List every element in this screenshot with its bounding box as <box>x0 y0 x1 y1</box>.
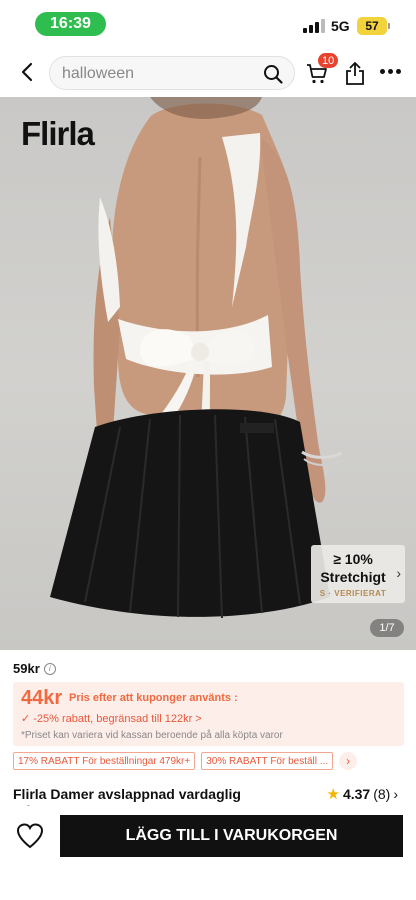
promo-tag[interactable]: 17% RABATT För beställningar 479kr+ <box>13 752 196 770</box>
chevron-right-icon: › <box>396 565 401 581</box>
brand-logo: Flirla <box>21 115 95 152</box>
review-count: (8) <box>373 786 391 802</box>
stretch-value: ≥ 10% <box>333 551 373 567</box>
promo-tag[interactable]: 30% RABATT För beställ ... <box>201 752 334 770</box>
search-query: halloween <box>62 65 135 82</box>
battery-level: 57 <box>365 19 379 33</box>
chevron-right-icon[interactable]: › <box>339 752 358 770</box>
star-icon: ★ <box>326 786 340 803</box>
bottom-action-bar: LÄGG TILL I VARUKORGEN <box>0 806 416 900</box>
stretch-info-card[interactable]: ≥ 10% Stretchigt S · VERIFIERAT › <box>311 545 405 603</box>
rating[interactable]: ★ 4.37 (8) › <box>327 785 399 803</box>
verified-s-icon: S · <box>319 589 335 598</box>
add-to-cart-button[interactable]: LÄGG TILL I VARUKORGEN <box>60 815 403 857</box>
status-time: 16:39 <box>35 12 106 36</box>
verified-text: VERIFIERAT <box>334 589 387 598</box>
info-icon[interactable]: i <box>43 662 56 675</box>
status-bar: 16:39 5G 57 <box>0 0 416 46</box>
image-page-indicator: 1/7 <box>370 619 404 637</box>
heart-icon[interactable] <box>16 823 44 849</box>
price-row: 59kr i <box>13 661 56 676</box>
network-label: 5G <box>331 18 350 34</box>
product-image[interactable]: Flirla ≥ 10% Stretchigt S · VERIFIERAT ›… <box>0 97 416 650</box>
search-icon[interactable] <box>262 63 284 85</box>
current-price: 59kr <box>13 661 40 676</box>
battery-icon: 57 <box>357 17 390 35</box>
promo-tags: 17% RABATT För beställningar 479kr+ 30% … <box>13 752 358 770</box>
coupon-price-box[interactable]: 44kr Pris efter att kuponger använts : ✓… <box>13 682 404 746</box>
search-input[interactable]: halloween <box>49 56 295 90</box>
verified-label: S · VERIFIERAT <box>311 589 395 598</box>
product-page: 16:39 5G 57 halloween 10 Flirla ≥ 10% St… <box>0 0 416 900</box>
search-header: halloween 10 <box>0 50 416 96</box>
coupon-note: Pris efter att kuponger använts : <box>69 692 238 704</box>
back-icon[interactable] <box>16 60 40 84</box>
rating-value: 4.37 <box>342 786 371 802</box>
share-icon[interactable] <box>343 60 367 86</box>
cart-count-badge: 10 <box>318 53 339 68</box>
coupon-price: 44kr <box>21 687 63 709</box>
coupon-discount[interactable]: ✓ -25% rabatt, begränsad till 122kr > <box>21 712 202 725</box>
price-disclaimer: *Priset kan variera vid kassan beroende … <box>21 730 283 741</box>
signal-icon <box>303 19 325 33</box>
stretch-label: Stretchigt <box>320 569 386 585</box>
chevron-right-icon: › <box>393 786 398 802</box>
more-icon[interactable] <box>380 69 401 74</box>
